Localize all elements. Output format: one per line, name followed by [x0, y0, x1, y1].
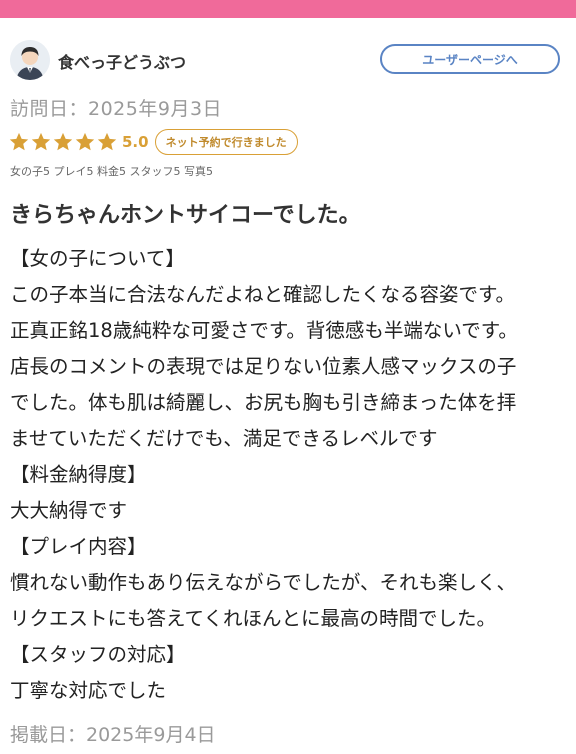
review-line: 大大納得です	[10, 499, 128, 522]
sub-scores: 女の子5 プレイ5 料金5 スタッフ5 写真5	[10, 165, 213, 178]
review-line: 【プレイ内容】	[10, 535, 147, 558]
star-icon	[9, 132, 29, 151]
reviewer-name[interactable]: 食べっ子どうぶつ	[58, 49, 186, 73]
top-accent-bar	[0, 0, 576, 18]
review-line: でした。体も肌は綺麗し、お尻も胸も引き締まった体を拝	[10, 391, 517, 414]
posted-date: 掲載日：2025年9月4日	[10, 724, 216, 746]
review-line: 【料金納得度】	[10, 463, 147, 486]
avatar-illustration	[10, 40, 50, 80]
user-page-button[interactable]: ユーザーページへ	[380, 44, 560, 74]
rating-row: 5.0 ネット予約で行きました	[8, 128, 298, 156]
review-body: 【女の子について】 この子本当に合法なんだよねと確認したくなる容姿です。 正真正…	[10, 241, 570, 709]
review-line: 正真正銘18歳純粋な可愛さです。背徳感も半端ないです。	[10, 319, 518, 342]
net-reservation-badge: ネット予約で行きました	[154, 129, 298, 155]
review-line: ませていただくだけでも、満足できるレベルです	[10, 427, 438, 450]
rating-score: 5.0	[122, 133, 149, 151]
star-icon	[97, 132, 117, 151]
review-line: リクエストにも答えてくれほんとに最高の時間でした。	[10, 607, 496, 630]
avatar-icon[interactable]	[10, 40, 50, 80]
review-title: きらちゃんホントサイコーでした。	[10, 203, 361, 228]
star-icon	[75, 132, 95, 151]
star-icon	[53, 132, 73, 151]
review-line: 慣れない動作もあり伝えながらでしたが、それも楽しく、	[10, 571, 517, 594]
visit-date: 訪問日：2025年9月3日	[10, 98, 223, 120]
star-icon	[31, 132, 51, 151]
reviewer-header: 食べっ子どうぶつ ユーザーページへ	[10, 40, 566, 82]
review-line: 【スタッフの対応】	[10, 643, 186, 666]
review-line: 丁寧な対応でした	[10, 679, 167, 702]
star-rating	[8, 131, 118, 153]
review-line: この子本当に合法なんだよねと確認したくなる容姿です。	[10, 283, 516, 306]
review-line: 【女の子について】	[10, 247, 185, 270]
review-line: 店長のコメントの表現では足りない位素人感マックスの子	[10, 355, 517, 378]
